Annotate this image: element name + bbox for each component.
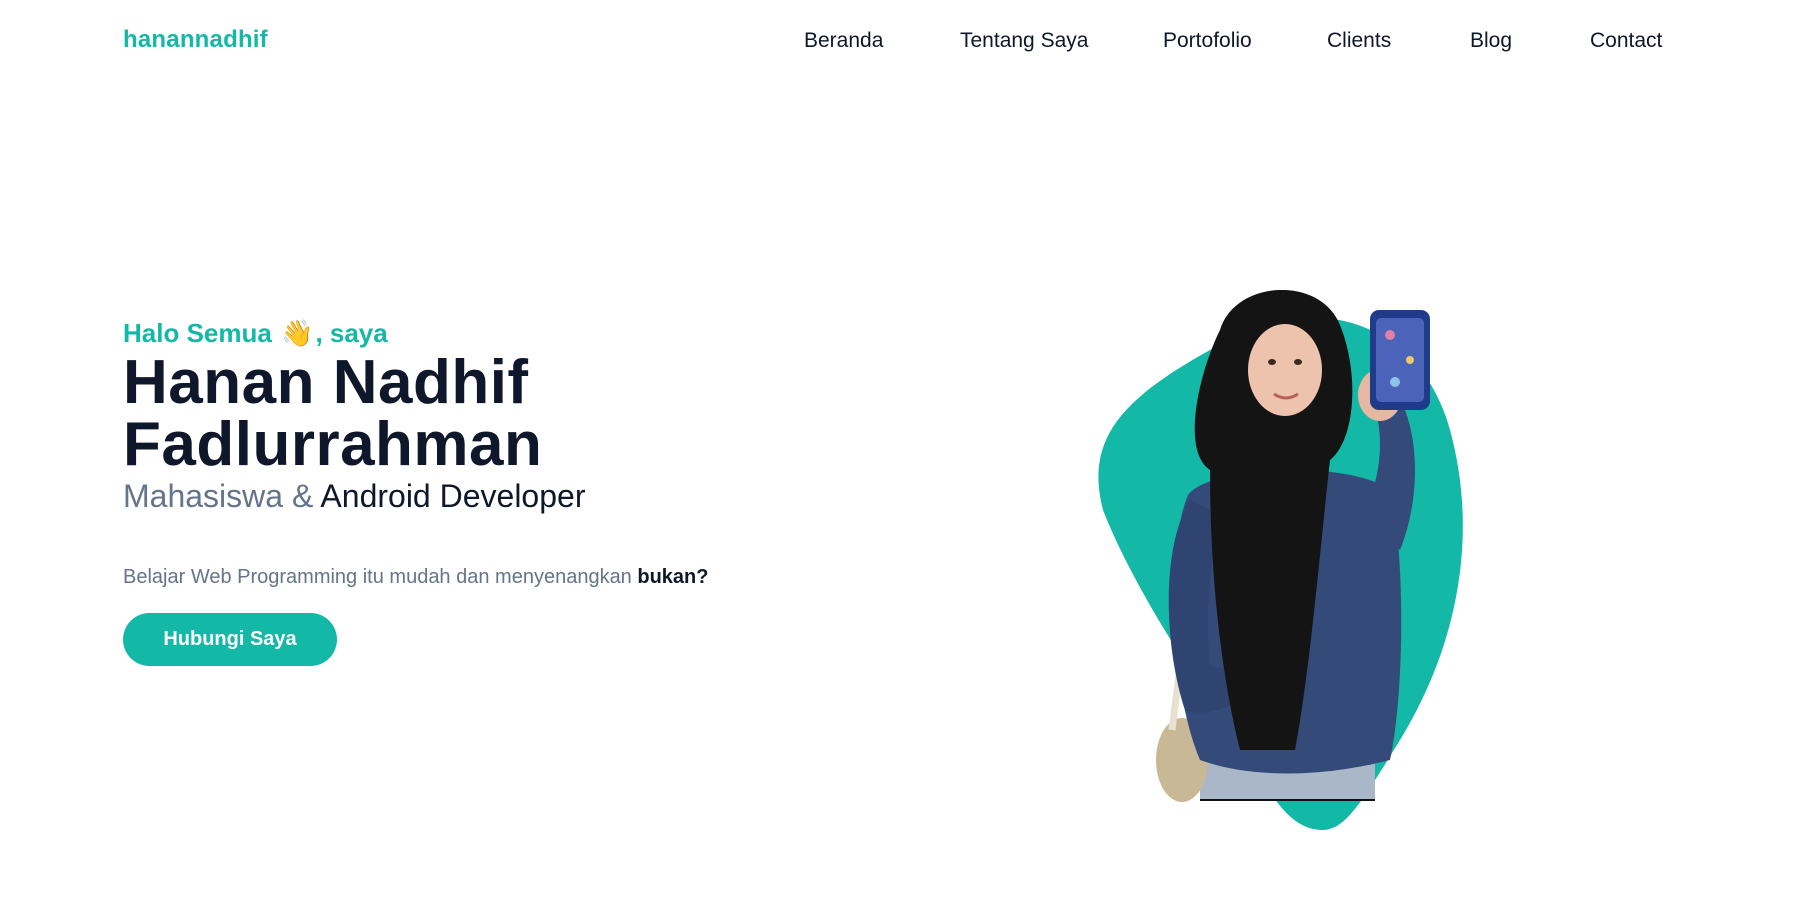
hero-image <box>1098 290 1463 830</box>
nav-link-tentang-saya[interactable]: Tentang Saya <box>960 29 1088 53</box>
greeting-prefix: Halo Semua <box>123 318 272 348</box>
nav-link-beranda[interactable]: Beranda <box>804 29 883 53</box>
nav-link-blog[interactable]: Blog <box>1470 29 1512 53</box>
page: hanannadhif Beranda Tentang Saya Portofo… <box>0 0 1817 918</box>
waving-hand-icon: 👋 <box>281 318 314 348</box>
hero-name: Hanan Nadhif Fadlurrahman <box>123 352 542 476</box>
contact-me-button[interactable]: Hubungi Saya <box>123 613 337 666</box>
greeting-suffix: , saya <box>315 318 388 348</box>
hero-tagline-bold: bukan? <box>637 566 709 588</box>
main-nav: Beranda Tentang Saya Portofolio Clients … <box>0 29 1817 55</box>
nav-link-portofolio[interactable]: Portofolio <box>1163 29 1252 53</box>
nav-link-contact[interactable]: Contact <box>1590 29 1662 53</box>
hero-role-part2: Android Developer <box>320 478 586 514</box>
hero-name-line2: Fadlurrahman <box>123 410 543 479</box>
hero-greeting: Halo Semua 👋, saya <box>123 318 388 349</box>
hero-role-part1: Mahasiswa & <box>123 478 321 514</box>
site-header: hanannadhif Beranda Tentang Saya Portofo… <box>0 0 1817 82</box>
hero-tagline-text: Belajar Web Programming itu mudah dan me… <box>123 566 638 588</box>
hero-name-line1: Hanan Nadhif <box>123 348 529 417</box>
nav-link-clients[interactable]: Clients <box>1327 29 1391 53</box>
hero-tagline: Belajar Web Programming itu mudah dan me… <box>123 566 709 589</box>
hero-role: Mahasiswa & Android Developer <box>123 478 585 515</box>
